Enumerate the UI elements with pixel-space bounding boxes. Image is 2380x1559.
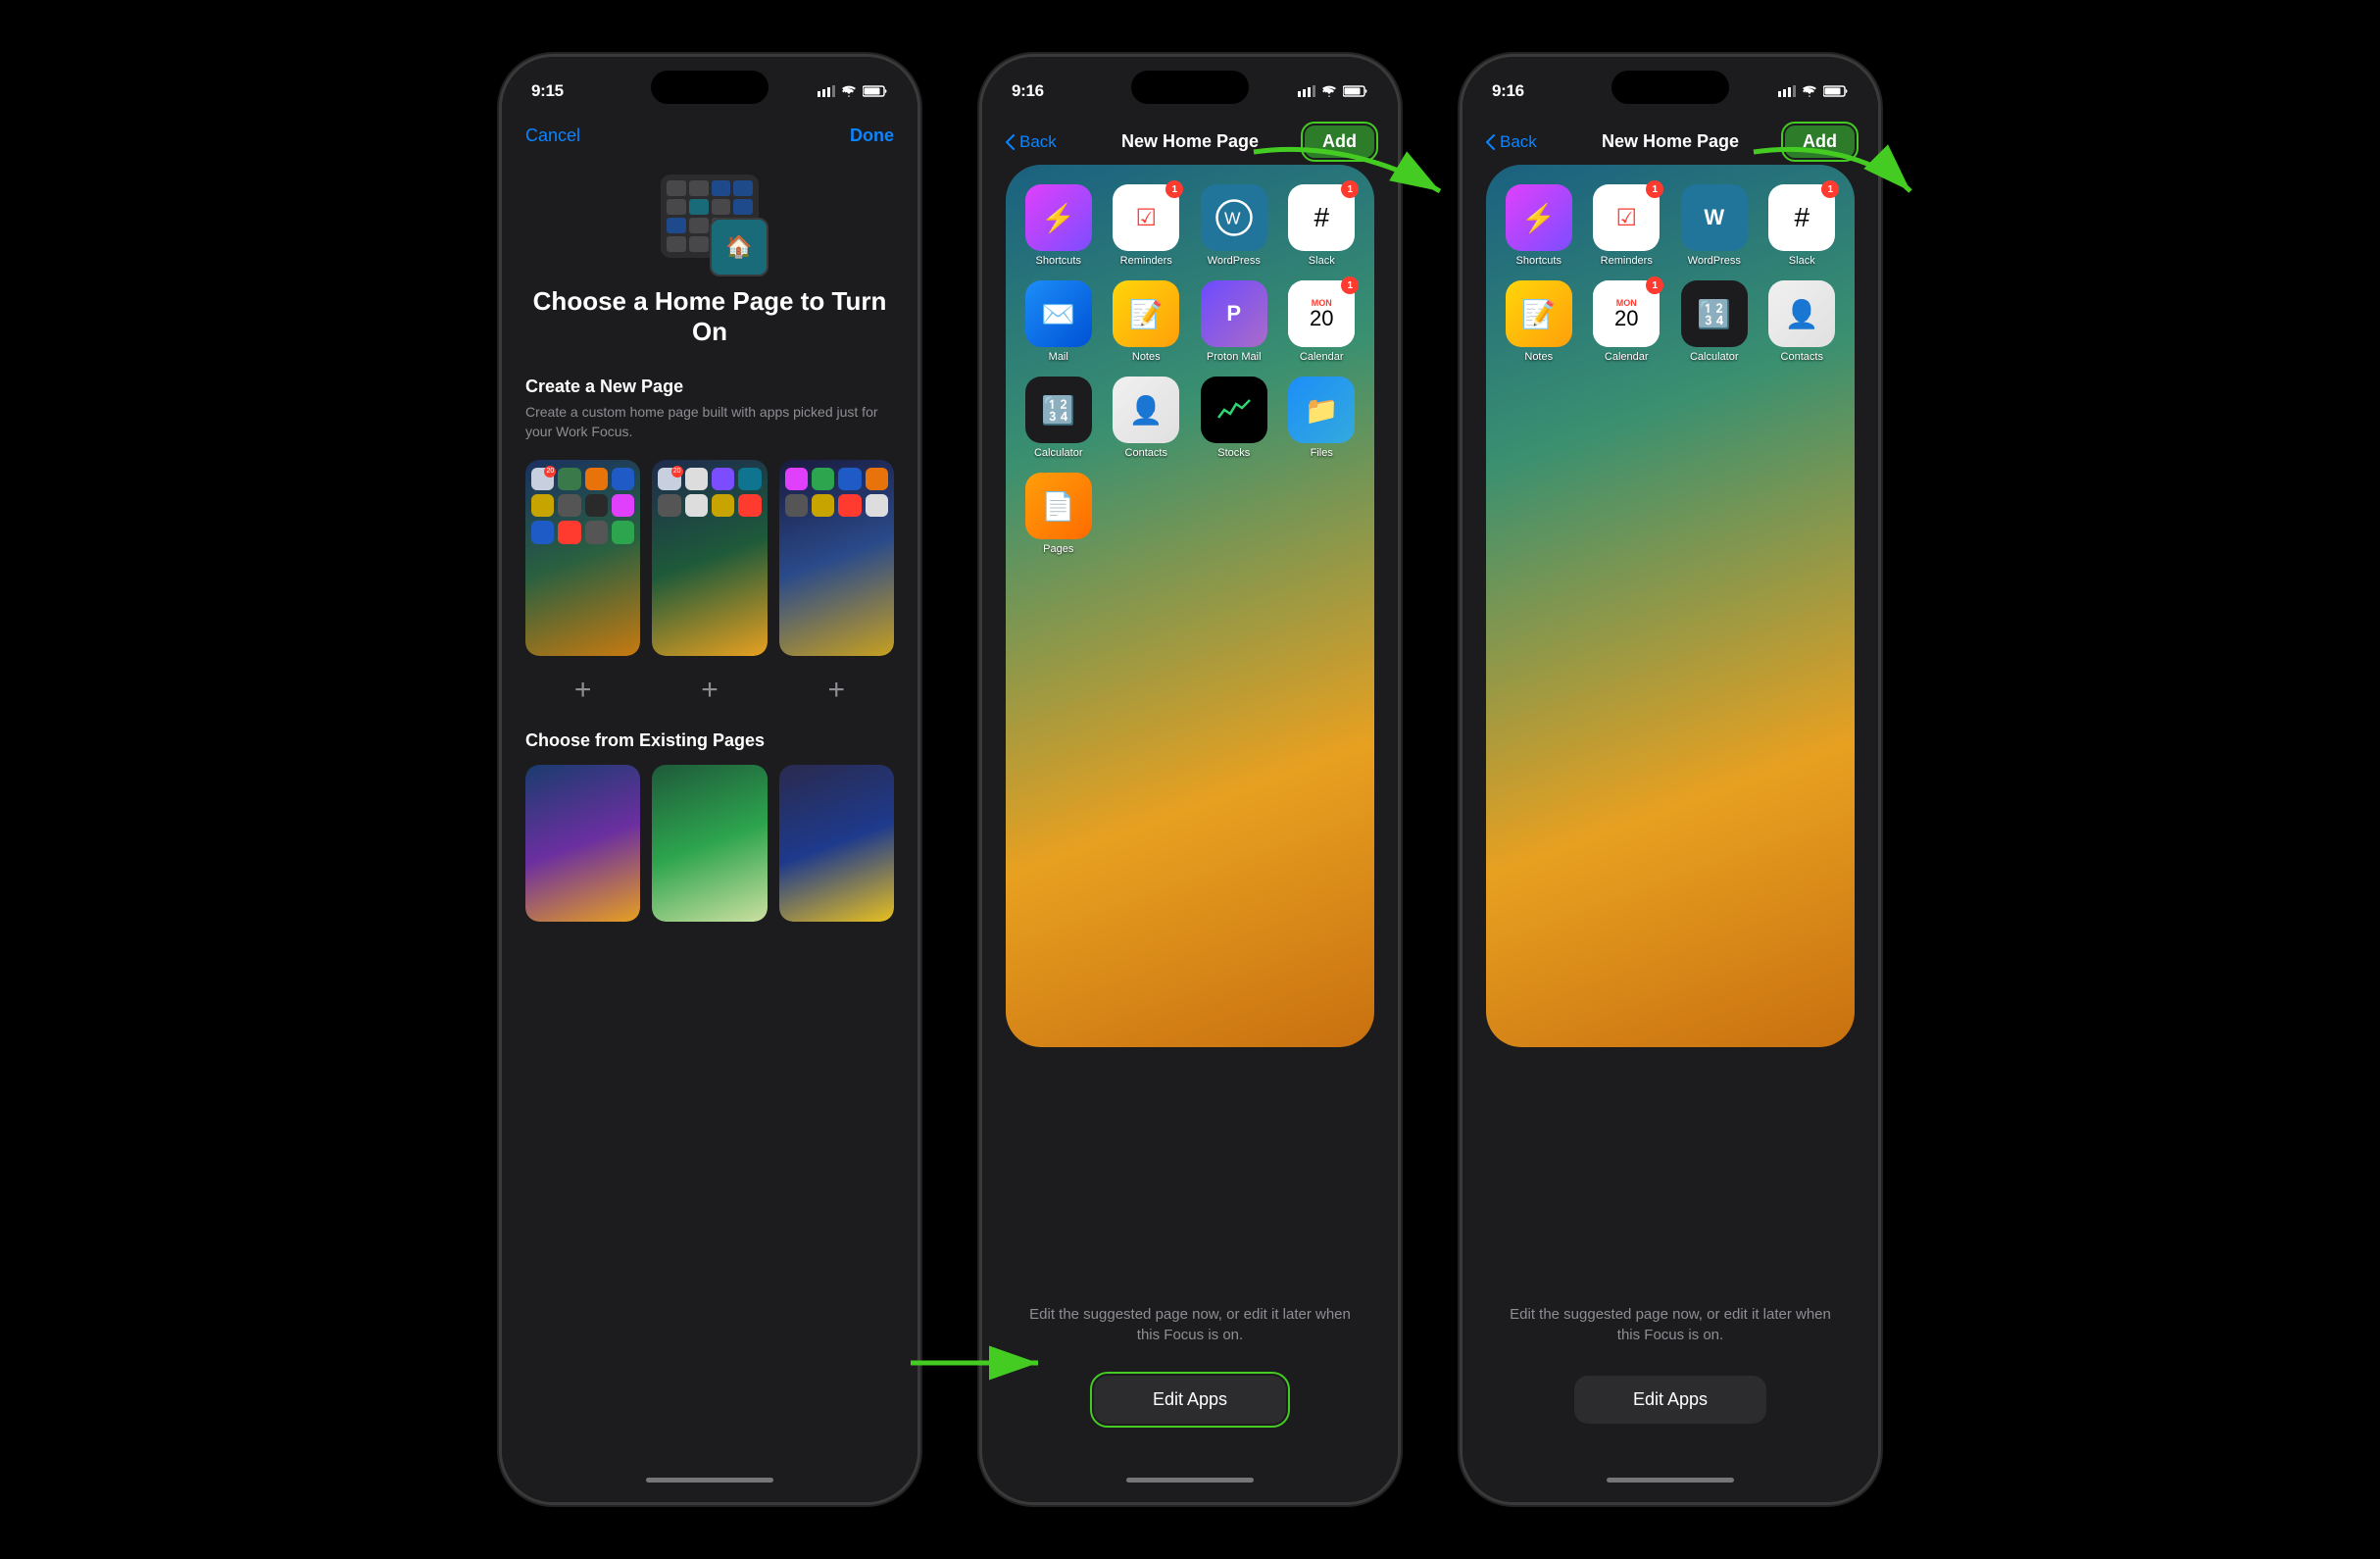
app-notes-2: 📝 Notes	[1110, 280, 1184, 363]
existing-thumb-1[interactable]	[525, 765, 640, 922]
status-time-2: 9:16	[1012, 81, 1044, 101]
app-slack-3: # 1 Slack	[1765, 184, 1840, 267]
app-reminders-2: ☑ 1 Reminders	[1110, 184, 1184, 267]
wifi-icon	[841, 85, 857, 97]
battery-icon-3	[1823, 85, 1849, 97]
add-page-3[interactable]: +	[828, 674, 846, 706]
app-reminders-3: ☑ 1 Reminders	[1590, 184, 1664, 267]
signal-icon-2	[1298, 85, 1315, 97]
screen-bg-2: ⚡ Shortcuts ☑ 1 Reminders W	[1006, 165, 1374, 1047]
wordpress-logo: W	[1215, 198, 1254, 237]
cancel-button[interactable]: Cancel	[525, 126, 580, 146]
nav-title-2: New Home Page	[1121, 131, 1259, 152]
nav-title-3: New Home Page	[1602, 131, 1739, 152]
status-time-3: 9:16	[1492, 81, 1524, 101]
stocks-chart	[1216, 396, 1252, 424]
wifi-icon-2	[1321, 85, 1337, 97]
back-chevron-2	[1006, 134, 1016, 150]
battery-icon-2	[1343, 85, 1368, 97]
add-page-2[interactable]: +	[701, 674, 719, 706]
signal-icon	[818, 85, 835, 97]
page-thumb-1[interactable]: 20	[525, 460, 640, 656]
edit-apps-button-3[interactable]: Edit Apps	[1574, 1376, 1766, 1424]
svg-text:W: W	[1224, 208, 1241, 227]
add-button-3[interactable]: Add	[1785, 126, 1855, 158]
dynamic-island-2	[1131, 71, 1249, 104]
app-wordpress-3: W WordPress	[1677, 184, 1752, 267]
page-thumb-2[interactable]: 20	[652, 460, 767, 656]
battery-icon	[863, 85, 888, 97]
phone-1-wrapper: 9:15 Cancel Done	[499, 54, 920, 1505]
phone1-body: 🏠 Choose a Home Page to Turn On Create a…	[525, 165, 894, 1502]
back-button-3[interactable]: Back	[1486, 132, 1537, 152]
app-files-2: 📁 Files	[1285, 377, 1360, 459]
app-calculator-2: 🔢 Calculator	[1021, 377, 1096, 459]
app-pages-2: 📄 Pages	[1021, 473, 1096, 555]
app-calendar-2: MON 20 1 Calendar	[1285, 280, 1360, 363]
app-calculator-3: 🔢 Calculator	[1677, 280, 1752, 363]
existing-thumb-3[interactable]	[779, 765, 894, 922]
home-indicator-2	[1126, 1478, 1254, 1483]
add-buttons: + + +	[525, 674, 894, 707]
choose-title: Choose a Home Page to Turn On	[525, 286, 894, 347]
dynamic-island-1	[651, 71, 769, 104]
phone-1: 9:15 Cancel Done	[499, 54, 920, 1505]
app-protonmail-2: P Proton Mail	[1197, 280, 1271, 363]
home-page-illustration: 🏠	[651, 175, 769, 273]
phone-2-wrapper: 9:16 Back New Home Page Add	[979, 54, 1401, 1505]
phone-2: 9:16 Back New Home Page Add	[979, 54, 1401, 1505]
signal-icon-3	[1778, 85, 1796, 97]
apps-grid-3: ⚡ Shortcuts ☑ 1 Reminders W	[1502, 184, 1839, 363]
add-button-2[interactable]: Add	[1305, 126, 1374, 158]
back-button-2[interactable]: Back	[1006, 132, 1057, 152]
bottom-text-3: Edit the suggested page now, or edit it …	[1463, 1304, 1878, 1345]
app-contacts-2: 👤 Contacts	[1110, 377, 1184, 459]
screen-bg-3: ⚡ Shortcuts ☑ 1 Reminders W	[1486, 165, 1855, 1047]
existing-thumb-2[interactable]	[652, 765, 767, 922]
bottom-text-2: Edit the suggested page now, or edit it …	[982, 1304, 1398, 1345]
app-stocks-2: Stocks	[1197, 377, 1271, 459]
apps-grid-2: ⚡ Shortcuts ☑ 1 Reminders W	[1021, 184, 1359, 555]
status-icons-1	[818, 85, 888, 97]
existing-thumbs	[525, 765, 894, 922]
app-contacts-3: 👤 Contacts	[1765, 280, 1840, 363]
create-section-title: Create a New Page	[525, 377, 894, 397]
app-shortcuts-3: ⚡ Shortcuts	[1502, 184, 1576, 267]
existing-title: Choose from Existing Pages	[525, 730, 894, 751]
screen-preview-2: ⚡ Shortcuts ☑ 1 Reminders W	[1006, 165, 1374, 1047]
app-notes-3: 📝 Notes	[1502, 280, 1576, 363]
dynamic-island-3	[1611, 71, 1729, 104]
done-button[interactable]: Done	[850, 126, 894, 146]
create-section-desc: Create a custom home page built with app…	[525, 403, 894, 441]
phone2-nav: Back New Home Page Add	[982, 116, 1398, 168]
status-icons-3	[1778, 85, 1849, 97]
phone3-nav: Back New Home Page Add	[1463, 116, 1878, 168]
page-thumbnails: 20	[525, 460, 894, 656]
app-mail-2: ✉️ Mail	[1021, 280, 1096, 363]
page-thumb-3[interactable]	[779, 460, 894, 656]
add-page-1[interactable]: +	[574, 674, 592, 706]
app-shortcuts-2: ⚡ Shortcuts	[1021, 184, 1096, 267]
app-wordpress-2: W WordPress	[1197, 184, 1271, 267]
phone-3: 9:16 Back New Home Page Add ⚡	[1460, 54, 1881, 1505]
status-icons-2	[1298, 85, 1368, 97]
wifi-icon-3	[1802, 85, 1817, 97]
edit-apps-button-2[interactable]: Edit Apps	[1094, 1376, 1286, 1424]
home-indicator-1	[646, 1478, 773, 1483]
home-indicator-3	[1607, 1478, 1734, 1483]
app-slack-2: # 1 Slack	[1285, 184, 1360, 267]
screen-preview-3: ⚡ Shortcuts ☑ 1 Reminders W	[1486, 165, 1855, 1047]
status-time-1: 9:15	[531, 81, 564, 101]
app-calendar-3: MON 20 1 Calendar	[1590, 280, 1664, 363]
back-chevron-3	[1486, 134, 1496, 150]
phone-3-wrapper: 9:16 Back New Home Page Add ⚡	[1460, 54, 1881, 1505]
phone1-nav: Cancel Done	[502, 116, 917, 156]
